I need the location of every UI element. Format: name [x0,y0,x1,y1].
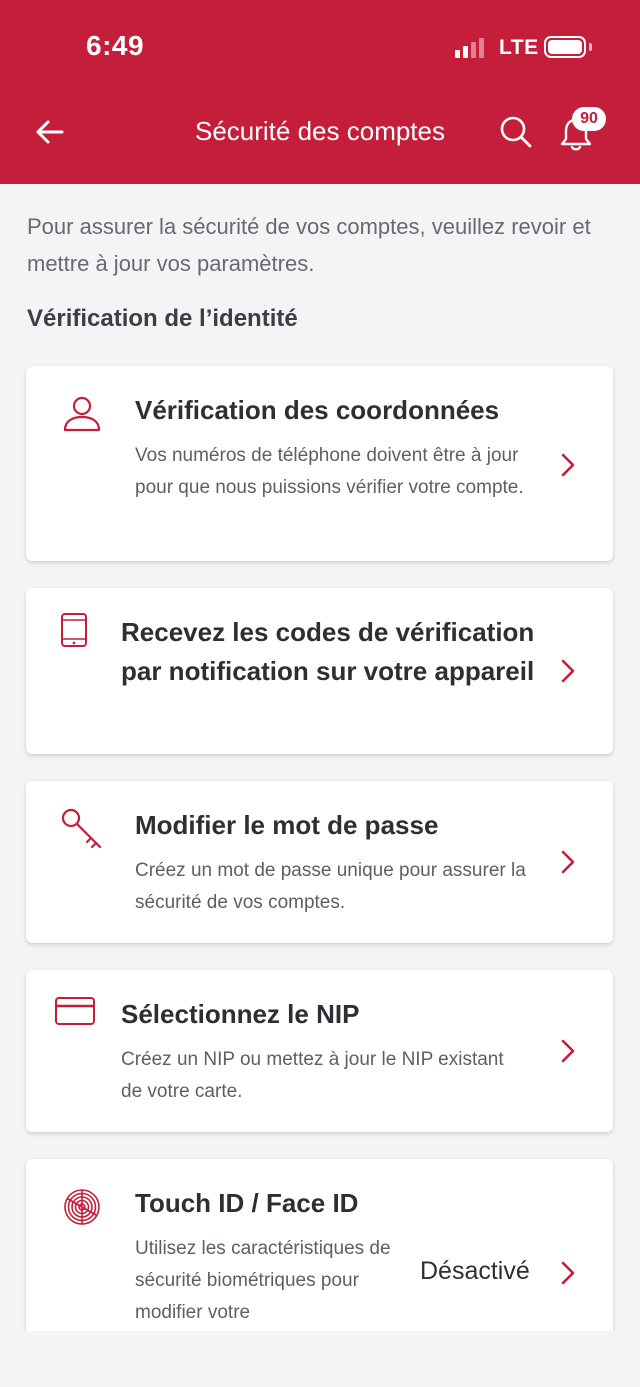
contact-verification-card[interactable]: Vérification des coordonnées Vos numéros… [26,366,613,561]
notification-badge: 90 [572,107,606,131]
signal-strength-icon [455,38,484,58]
section-title: Vérification de l’identité [27,305,298,332]
chevron-right-icon [561,659,575,683]
status-time: 6:49 [86,30,145,61]
battery-icon [544,36,586,58]
credit-card-icon [55,997,95,1025]
change-password-card[interactable]: Modifier le mot de passe Créez un mot de… [26,781,613,943]
intro-text: Pour assurer la sécurité de vos comptes,… [27,214,591,276]
device-notification-codes-card[interactable]: Recevez les codes de vérification par no… [26,588,613,754]
card-description: Créez un NIP ou mettez à jour le NIP exi… [121,1049,504,1102]
main-content: Pour assurer la sécurité de vos comptes,… [0,184,640,1331]
card-title: Touch ID / Face ID [135,1188,359,1218]
back-arrow-icon[interactable] [32,114,68,150]
app-header: 6:49 LTE Sécurité des comptes 90 [0,0,640,184]
search-icon[interactable] [498,114,534,150]
chevron-right-icon [561,1261,575,1285]
fingerprint-icon [64,1189,100,1225]
chevron-right-icon [561,1039,575,1063]
card-title: Sélectionnez le NIP [121,999,360,1029]
battery-cap [589,43,592,51]
chevron-right-icon [561,453,575,477]
card-description: Utilisez les caractéristiques de sécurit… [135,1238,391,1323]
person-icon [63,396,101,432]
chevron-right-icon [561,850,575,874]
key-icon [61,808,102,849]
biometrics-card[interactable]: Touch ID / Face ID Utilisez les caractér… [26,1159,613,1331]
card-title: Vérification des coordonnées [135,395,500,425]
network-type: LTE [499,36,539,59]
card-title: Modifier le mot de passe [135,810,439,840]
card-title: Recevez les codes de vérification par no… [121,617,535,686]
card-description: Créez un mot de passe unique pour assure… [135,860,526,913]
card-description: Vos numéros de téléphone doivent être à … [135,445,524,498]
bottom-area [0,1331,640,1387]
biometrics-status: Désactivé [420,1257,530,1285]
tablet-icon [61,613,87,647]
select-pin-card[interactable]: Sélectionnez le NIP Créez un NIP ou mett… [26,970,613,1132]
page-title: Sécurité des comptes [194,116,445,146]
